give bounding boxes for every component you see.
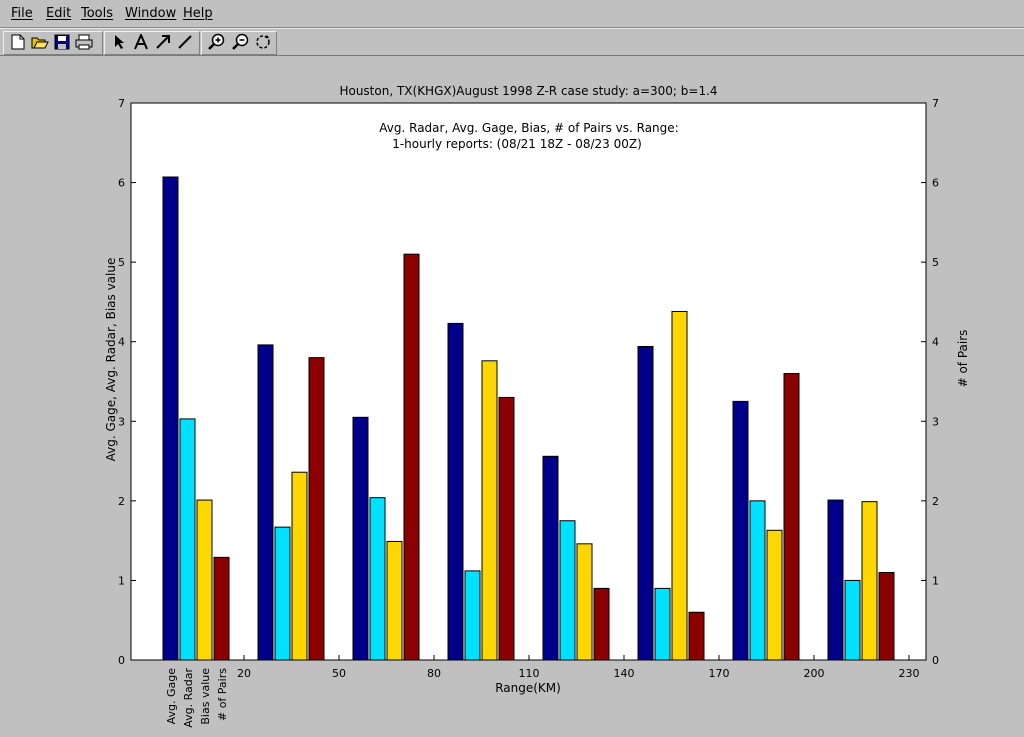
legend-group: Avg. Gage Avg. Radar Bias value # of Pairs <box>165 668 229 728</box>
y-tick-label-left: 6 <box>118 177 125 190</box>
bar-bias-value-2 <box>291 471 308 661</box>
legend-label-4: # of Pairs <box>216 668 229 721</box>
bar-avg-radar-4 <box>464 570 481 661</box>
x-axis-label: Range(KM) <box>495 681 561 695</box>
plot-area <box>130 102 927 661</box>
y-tick-label-left: 0 <box>118 654 125 667</box>
bar-avg-gage-1 <box>162 176 179 661</box>
arrow-pointer-icon[interactable] <box>109 32 129 52</box>
bar-avg-gage-5 <box>542 455 559 661</box>
bar-avg-radar-5 <box>559 520 576 661</box>
bar-bias-value-8 <box>861 501 878 661</box>
legend-label-1: Avg. Gage <box>165 668 178 725</box>
y-tick-label-right: 0 <box>932 654 939 667</box>
zoom-out-icon[interactable] <box>231 32 251 52</box>
x-tick-label: 20 <box>237 667 251 680</box>
y-tick-label-left: 7 <box>118 97 125 110</box>
bar-of-pairs-2 <box>308 357 325 661</box>
x-tick-label: 200 <box>804 667 825 680</box>
bar-bias-value-4 <box>481 360 498 661</box>
y-tick-label-left: 2 <box>118 495 125 508</box>
figure-canvas: 0 0 1 1 2 2 3 3 4 4 5 5 6 6 7 7 20 50 80 110 140 170 200 230 Ho… <box>0 56 1024 737</box>
y-tick-label-right: 6 <box>932 177 939 190</box>
y-tick-label-left: 1 <box>118 574 125 587</box>
y-tick-label-right: 3 <box>932 415 939 428</box>
open-folder-icon[interactable] <box>30 32 50 52</box>
chart-title: Houston, TX(KHGX)August 1998 Z-R case st… <box>339 84 717 98</box>
bar-avg-gage-7 <box>732 400 749 661</box>
bar-avg-gage-6 <box>637 345 654 661</box>
bar-bias-value-1 <box>196 499 213 661</box>
toolbar <box>0 28 1024 56</box>
bar-of-pairs-4 <box>498 396 515 661</box>
bar-avg-gage-8 <box>827 499 844 661</box>
text-tool-icon[interactable] <box>131 32 151 52</box>
y-axis-label-left: Avg. Gage, Avg. Radar, Bias value <box>104 258 118 462</box>
bar-of-pairs-7 <box>783 373 800 661</box>
save-icon[interactable] <box>52 32 72 52</box>
x-tick-label: 50 <box>332 667 346 680</box>
chart-subtitle-line-1: Avg. Radar, Avg. Gage, Bias, # of Pairs … <box>379 121 678 135</box>
bar-avg-gage-3 <box>352 416 369 661</box>
bar-avg-gage-4 <box>447 322 464 661</box>
y-tick-label-right: 2 <box>932 495 939 508</box>
bar-avg-radar-2 <box>274 526 291 661</box>
rotate-icon[interactable] <box>253 32 273 52</box>
y-tick-label-right: 5 <box>932 256 939 269</box>
bar-avg-radar-3 <box>369 497 386 661</box>
x-tick-label: 140 <box>614 667 635 680</box>
x-tick-label: 80 <box>427 667 441 680</box>
bar-bias-value-5 <box>576 543 593 661</box>
menu-edit[interactable]: Edit <box>46 6 71 21</box>
y-tick-label-left: 3 <box>118 415 125 428</box>
y-tick-label-right: 4 <box>932 336 939 349</box>
bar-of-pairs-1 <box>213 556 230 661</box>
bar-bias-value-6 <box>671 310 688 661</box>
bar-avg-gage-2 <box>257 344 274 661</box>
bar-of-pairs-3 <box>403 253 420 661</box>
legend-label-3: Bias value <box>199 668 212 725</box>
zoom-in-icon[interactable] <box>207 32 227 52</box>
bar-avg-radar-8 <box>844 579 861 661</box>
y-tick-label-right: 1 <box>932 574 939 587</box>
bar-of-pairs-8 <box>878 571 895 661</box>
y-tick-label-right: 7 <box>932 97 939 110</box>
x-tick-label: 230 <box>899 667 920 680</box>
bar-bias-value-7 <box>766 529 783 661</box>
y-tick-label-left: 4 <box>118 336 125 349</box>
bar-avg-radar-6 <box>654 587 671 661</box>
bar-avg-radar-1 <box>179 418 196 661</box>
menu-window[interactable]: Window <box>125 6 176 21</box>
bar-of-pairs-6 <box>688 611 705 661</box>
line-tool-icon[interactable] <box>175 32 195 52</box>
legend-label-2: Avg. Radar <box>182 668 195 728</box>
x-tick-label: 170 <box>709 667 730 680</box>
menu-bar: File Edit Tools Window Help <box>0 0 1024 28</box>
chart-subtitle-line-2: 1-hourly reports: (08/21 18Z - 08/23 00Z… <box>392 137 642 151</box>
y-tick-label-left: 5 <box>118 256 125 269</box>
arrow-tool-icon[interactable] <box>153 32 173 52</box>
print-icon[interactable] <box>74 32 94 52</box>
menu-tools[interactable]: Tools <box>81 6 113 21</box>
menu-file[interactable]: File <box>11 6 33 21</box>
menu-help[interactable]: Help <box>183 6 213 21</box>
new-file-icon[interactable] <box>8 32 28 52</box>
bar-of-pairs-5 <box>593 587 610 661</box>
x-tick-label: 110 <box>519 667 540 680</box>
bar-avg-radar-7 <box>749 500 766 661</box>
y-axis-label-right: # of Pairs <box>956 330 970 388</box>
chart-svg: 0 0 1 1 2 2 3 3 4 4 5 5 6 6 7 7 20 50 80 110 140 170 200 230 Ho… <box>104 84 970 728</box>
bar-bias-value-3 <box>386 540 403 661</box>
